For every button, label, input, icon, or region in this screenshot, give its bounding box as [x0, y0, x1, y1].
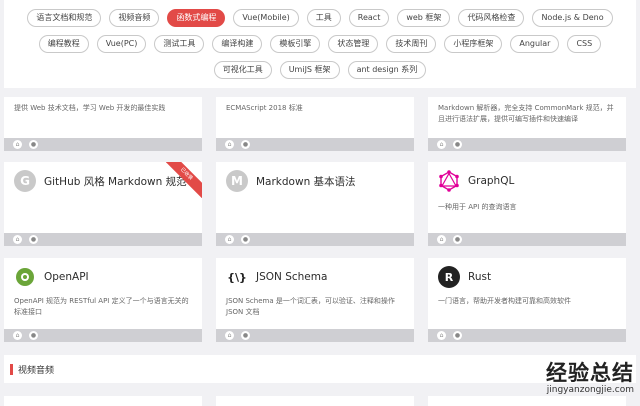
graphql-icon — [438, 170, 460, 192]
markdown-m-icon: M — [226, 170, 248, 192]
section-header: 视频音频 — [4, 355, 636, 383]
tag-button[interactable]: UmiJS 框架 — [279, 61, 340, 79]
card-description: Markdown 解析器，完全支持 CommonMark 规范，并且进行语法扩展… — [438, 104, 614, 123]
card-footer: ⌂ ● — [428, 138, 626, 151]
tag-button[interactable]: 视频音频 — [109, 9, 160, 27]
home-icon[interactable]: ⌂ — [437, 235, 446, 244]
card-footer: ⌂ ● — [216, 233, 414, 246]
resource-card[interactable]: 提供 Web 技术文档，学习 Web 开发的最佳实践 ⌂ ● — [4, 97, 202, 151]
resource-card-openapi[interactable]: OpenAPI OpenAPI 规范为 RESTful API 定义了一个与语言… — [4, 258, 202, 342]
tag-button[interactable]: web 框架 — [397, 9, 451, 27]
watermark-url: jingyanzongjie.com — [546, 385, 634, 395]
home-icon[interactable]: ⌂ — [225, 235, 234, 244]
github-icon[interactable]: ● — [453, 235, 462, 244]
card-description: 一种用于 API 的查询语言 — [438, 203, 517, 211]
card-footer: ⌂ ● — [428, 233, 626, 246]
json-schema-icon: {\} — [227, 270, 247, 284]
github-g-icon: G — [14, 170, 36, 192]
tag-button[interactable]: ant design 系列 — [347, 61, 427, 79]
card-header: G GitHub 风格 Markdown 规范 — [14, 170, 187, 192]
card-footer: ⌂ ● — [4, 138, 202, 151]
card-header: GraphQL — [438, 170, 514, 192]
card-footer: ⌂ ● — [4, 233, 202, 246]
resource-card-graphql[interactable]: GraphQL 一种用于 API 的查询语言 ⌂ ● — [428, 162, 626, 246]
card-header: M Markdown 基本语法 — [226, 170, 356, 192]
home-icon[interactable]: ⌂ — [225, 140, 234, 149]
resource-card[interactable]: ECMAScript 2018 标准 ⌂ ● — [216, 97, 414, 151]
home-icon[interactable]: ⌂ — [225, 331, 234, 340]
github-icon[interactable]: ● — [29, 140, 38, 149]
card-header: {\} JSON Schema — [226, 266, 327, 288]
github-icon[interactable]: ● — [241, 140, 250, 149]
resource-card[interactable] — [4, 396, 202, 406]
card-description: 一门语言，帮助开发者构建可靠和高效软件 — [438, 297, 571, 305]
tag-row-1: 语言文档和规范 视频音频 函数式编程 Vue(Mobile) 工具 React web 框架… — [4, 9, 636, 27]
github-icon[interactable]: ● — [453, 140, 462, 149]
watermark: 经验总结 jingyanzongjie.com — [546, 357, 634, 395]
openapi-icon — [14, 266, 36, 288]
ribbon-label: 已收录 — [166, 162, 202, 198]
tag-button[interactable]: Vue(PC) — [96, 35, 147, 53]
resource-card-github-markdown[interactable]: G GitHub 风格 Markdown 规范 已收录 ⌂ ● — [4, 162, 202, 246]
tag-row-2: 编程教程 Vue(PC) 测试工具 编译构建 模板引擎 状态管理 技术周刊 小程序框架 Angu… — [4, 35, 636, 53]
home-icon[interactable]: ⌂ — [13, 140, 22, 149]
card-footer: ⌂ ● — [216, 329, 414, 342]
tag-button[interactable]: 工具 — [306, 9, 341, 27]
home-icon[interactable]: ⌂ — [437, 140, 446, 149]
resource-card-rust[interactable]: R Rust 一门语言，帮助开发者构建可靠和高效软件 ⌂ ● — [428, 258, 626, 342]
card-header: OpenAPI — [14, 266, 89, 288]
github-icon[interactable]: ● — [241, 235, 250, 244]
github-icon[interactable]: ● — [29, 235, 38, 244]
card-footer: ⌂ ● — [216, 138, 414, 151]
github-icon[interactable]: ● — [453, 331, 462, 340]
tag-button[interactable]: CSS — [567, 35, 602, 53]
tag-button[interactable]: 状态管理 — [328, 35, 379, 53]
card-footer: ⌂ ● — [428, 329, 626, 342]
card-description: 提供 Web 技术文档，学习 Web 开发的最佳实践 — [14, 104, 166, 112]
rust-icon: R — [438, 266, 460, 288]
category-tag-panel: 语言文档和规范 视频音频 函数式编程 Vue(Mobile) 工具 React web 框架… — [4, 0, 636, 88]
card-title[interactable]: JSON Schema — [256, 271, 327, 283]
card-description: OpenAPI 规范为 RESTful API 定义了一个与语言无关的标准接口 — [14, 297, 189, 316]
tag-button[interactable]: 函数式编程 — [167, 9, 226, 27]
resource-card[interactable] — [428, 396, 626, 406]
watermark-text: 经验总结 — [546, 361, 634, 385]
tag-button[interactable]: React — [348, 9, 390, 27]
section-title: 视频音频 — [18, 366, 55, 376]
github-icon[interactable]: ● — [241, 331, 250, 340]
tag-button[interactable]: Vue(Mobile) — [233, 9, 299, 27]
home-icon[interactable]: ⌂ — [437, 331, 446, 340]
tag-button[interactable]: Angular — [510, 35, 560, 53]
card-description: JSON Schema 是一个词汇表，可以验证、注释和操作 JSON 文档 — [226, 297, 395, 316]
card-description: ECMAScript 2018 标准 — [226, 104, 303, 112]
tag-button[interactable]: 小程序框架 — [444, 35, 503, 53]
card-title[interactable]: OpenAPI — [44, 271, 89, 283]
tag-button[interactable]: 测试工具 — [154, 35, 205, 53]
tag-button[interactable]: 语言文档和规范 — [27, 9, 102, 27]
home-icon[interactable]: ⌂ — [13, 331, 22, 340]
tag-button[interactable]: 模板引擎 — [270, 35, 321, 53]
card-title[interactable]: GraphQL — [468, 175, 514, 187]
section-accent-bar — [10, 364, 13, 375]
tag-button[interactable]: 可视化工具 — [213, 61, 272, 79]
tag-button[interactable]: 代码风格检查 — [458, 9, 525, 27]
corner-ribbon: 已收录 — [166, 162, 202, 198]
card-title[interactable]: Rust — [468, 271, 491, 283]
card-footer: ⌂ ● — [4, 329, 202, 342]
tag-button[interactable]: 编译构建 — [212, 35, 263, 53]
tag-button[interactable]: 技术周刊 — [386, 35, 437, 53]
card-header: R Rust — [438, 266, 491, 288]
tag-button[interactable]: 编程教程 — [38, 35, 89, 53]
card-title[interactable]: Markdown 基本语法 — [256, 174, 356, 189]
home-icon[interactable]: ⌂ — [13, 235, 22, 244]
tag-button[interactable]: Node.js & Deno — [532, 9, 613, 27]
resource-card-markdown-syntax[interactable]: M Markdown 基本语法 ⌂ ● — [216, 162, 414, 246]
github-icon[interactable]: ● — [29, 331, 38, 340]
resource-card[interactable] — [216, 396, 414, 406]
tag-row-3: 可视化工具 UmiJS 框架 ant design 系列 — [4, 61, 636, 79]
resource-card[interactable]: Markdown 解析器，完全支持 CommonMark 规范，并且进行语法扩展… — [428, 97, 626, 151]
resource-card-json-schema[interactable]: {\} JSON Schema JSON Schema 是一个词汇表，可以验证、… — [216, 258, 414, 342]
